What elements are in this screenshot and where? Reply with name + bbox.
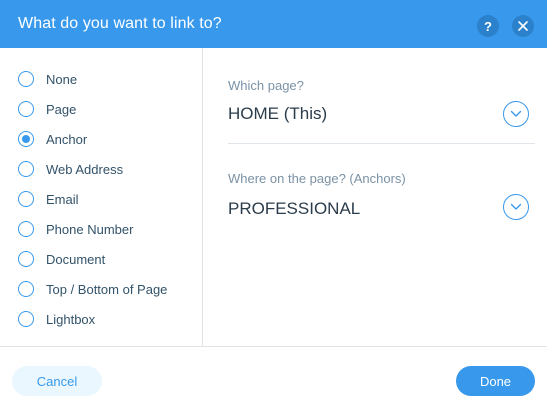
radio-web-address[interactable] bbox=[18, 161, 34, 177]
help-button[interactable]: ? bbox=[477, 15, 499, 37]
link-dialog: What do you want to link to? ? None Page… bbox=[0, 0, 547, 411]
anchor-select-label: Where on the page? (Anchors) bbox=[228, 171, 406, 186]
option-document[interactable]: Document bbox=[18, 249, 198, 269]
option-label: Email bbox=[46, 191, 79, 207]
dialog-header: What do you want to link to? ? bbox=[0, 0, 547, 48]
option-label: None bbox=[46, 71, 78, 87]
page-dropdown-button[interactable] bbox=[503, 101, 529, 127]
radio-phone-number[interactable] bbox=[18, 221, 34, 237]
radio-lightbox[interactable] bbox=[18, 311, 34, 327]
radio-document[interactable] bbox=[18, 251, 34, 267]
page-select-underline bbox=[228, 143, 535, 144]
anchor-select-value[interactable]: PROFESSIONAL bbox=[228, 199, 360, 219]
option-top-bottom[interactable]: Top / Bottom of Page bbox=[18, 279, 198, 299]
chevron-down-icon bbox=[510, 203, 522, 210]
option-label: Lightbox bbox=[46, 311, 96, 327]
page-select-label: Which page? bbox=[228, 78, 304, 93]
option-email[interactable]: Email bbox=[18, 189, 198, 209]
question-mark-icon: ? bbox=[484, 18, 492, 34]
page-select-value[interactable]: HOME (This) bbox=[228, 104, 327, 124]
radio-email[interactable] bbox=[18, 191, 34, 207]
option-label: Top / Bottom of Page bbox=[46, 281, 168, 297]
dialog-title: What do you want to link to? bbox=[18, 15, 222, 32]
anchor-dropdown-button[interactable] bbox=[503, 194, 529, 220]
option-label: Document bbox=[46, 251, 106, 267]
radio-anchor[interactable] bbox=[18, 131, 34, 147]
link-type-list: None Page Anchor Web Address Email Phone… bbox=[0, 48, 203, 346]
option-label: Web Address bbox=[46, 161, 124, 177]
option-label: Page bbox=[46, 101, 77, 117]
cancel-button[interactable]: Cancel bbox=[12, 366, 102, 396]
radio-top-bottom[interactable] bbox=[18, 281, 34, 297]
option-label: Phone Number bbox=[46, 221, 134, 237]
radio-none[interactable] bbox=[18, 71, 34, 87]
option-phone-number[interactable]: Phone Number bbox=[18, 219, 198, 239]
option-label: Anchor bbox=[46, 131, 88, 147]
option-lightbox[interactable]: Lightbox bbox=[18, 309, 198, 329]
option-none[interactable]: None bbox=[18, 69, 198, 89]
done-button[interactable]: Done bbox=[456, 366, 535, 396]
chevron-down-icon bbox=[510, 110, 522, 117]
link-settings-panel: Which page? HOME (This) Where on the pag… bbox=[204, 48, 547, 346]
radio-page[interactable] bbox=[18, 101, 34, 117]
close-icon bbox=[518, 21, 528, 31]
option-page[interactable]: Page bbox=[18, 99, 198, 119]
option-anchor[interactable]: Anchor bbox=[18, 129, 198, 149]
footer-divider bbox=[0, 346, 547, 347]
close-button[interactable] bbox=[512, 15, 534, 37]
option-web-address[interactable]: Web Address bbox=[18, 159, 198, 179]
